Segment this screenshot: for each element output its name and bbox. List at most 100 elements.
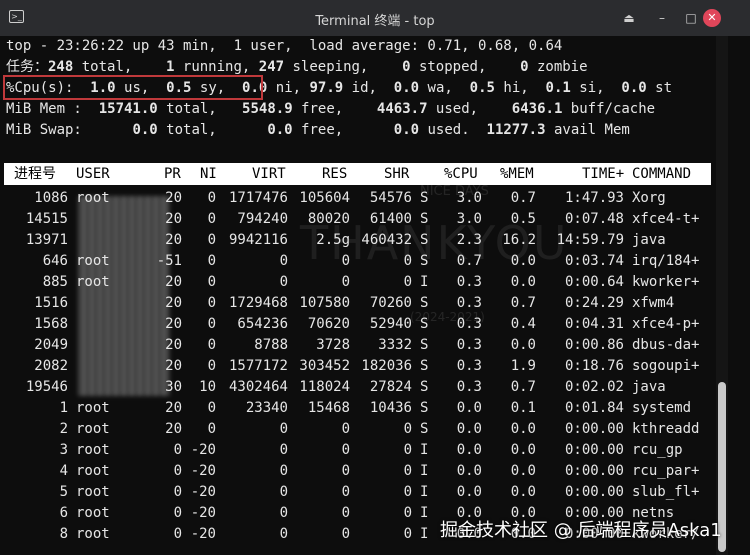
cell-virt: 0 (279, 484, 288, 500)
cell-mem: 0.0 (510, 274, 536, 290)
table-row[interactable]: 2082 20 0 1577172 303452 182036 S 0.3 1.9 0:18.76… (0, 356, 710, 377)
cell-state: S (420, 190, 429, 206)
col-s[interactable]: %CPU (444, 163, 478, 185)
cell-state: I (420, 505, 429, 521)
cell-pr: 20 (165, 358, 182, 374)
cell-ni: 10 (199, 379, 216, 395)
cell-state: S (420, 421, 429, 437)
mem-used-label: used, (427, 101, 479, 117)
cell-mem: 0.0 (510, 253, 536, 269)
scrollbar[interactable] (716, 36, 728, 555)
cell-shr: 460432 (361, 232, 412, 248)
col-time[interactable]: TIME+ (582, 163, 624, 185)
table-row[interactable]: 19546 30 10 4302464 118024 27824 S 0.3 0.7 0:02.0… (0, 377, 710, 398)
table-row[interactable]: 3 root 0 -20 0 0 0 I 0.0 0.0 0:00.00 rcu_gp (0, 440, 710, 461)
table-row[interactable]: 5 root 0 -20 0 0 0 I 0.0 0.0 0:00.00 slub_fl+ (0, 482, 710, 503)
cell-pr: 30 (165, 379, 182, 395)
cell-cpu: 0.0 (456, 463, 482, 479)
cell-cpu: 0.0 (456, 442, 482, 458)
cell-time: 0:01.84 (564, 400, 624, 416)
cell-time: 14:59.79 (556, 232, 624, 248)
table-row[interactable]: 1568 20 0 654236 70620 52940 S 0.3 0.4 0:04.31 xfc… (0, 314, 710, 335)
table-row[interactable]: 1086 root 20 0 1717476 105604 54576 S 3.0 0.7 1:47… (0, 188, 710, 209)
cell-command: xfwm4 (632, 295, 675, 311)
table-row[interactable]: 2 root 20 0 0 0 0 S 0.0 0.0 0:00.00 kthreadd (0, 419, 710, 440)
cell-command: irq/184+ (632, 253, 700, 269)
cpu-hi: 0.5 (469, 80, 495, 96)
col-mem[interactable]: %MEM (500, 163, 534, 185)
cell-time: 0:00.00 (564, 442, 624, 458)
cell-mem: 0.7 (510, 379, 536, 395)
close-icon[interactable]: ✕ (703, 9, 721, 27)
cell-time: 0:07.48 (564, 211, 624, 227)
cell-virt: 4302464 (228, 379, 288, 395)
scroll-up-icon[interactable]: ⏏ (619, 8, 639, 28)
mem-total-label: total, (157, 101, 217, 117)
cell-virt: 0 (279, 274, 288, 290)
cell-virt: 9942116 (228, 232, 288, 248)
table-row[interactable]: 885 root 20 0 0 0 0 I 0.3 0.0 0:00.64 kworker+ (0, 272, 710, 293)
terminal-area[interactable]: THANKYOU NICE DAYS (2024-2021) top - 23:… (0, 36, 750, 555)
cell-time: 0:03.74 (564, 253, 624, 269)
col-virt[interactable]: VIRT (252, 163, 286, 185)
cell-res: 0 (341, 274, 350, 290)
cell-time: 0:02.02 (564, 379, 624, 395)
table-row[interactable]: 2049 20 0 8788 3728 3332 S 0.3 0.0 0:00.86 dbus-da… (0, 335, 710, 356)
tasks-zombie: 0 (520, 59, 529, 75)
cell-command: slub_fl+ (632, 484, 700, 500)
cell-virt: 0 (279, 253, 288, 269)
col-command[interactable]: COMMAND (632, 163, 691, 185)
cell-ni: -20 (190, 463, 216, 479)
col-pid[interactable]: 进程号 (14, 163, 56, 185)
col-ni[interactable]: NI (200, 163, 217, 185)
cell-command: kworker+ (632, 274, 700, 290)
cpu-hi-label: hi, (494, 80, 529, 96)
cell-time: 0:04.31 (564, 316, 624, 332)
col-shr[interactable]: SHR (384, 163, 409, 185)
cell-cpu: 0.3 (456, 337, 482, 353)
cell-ni: 0 (207, 253, 216, 269)
cell-pid: 2082 (34, 358, 68, 374)
cell-state: I (420, 484, 429, 500)
cell-virt: 654236 (237, 316, 288, 332)
table-row[interactable]: 14515 20 0 794240 80020 61400 S 3.0 0.5 0:07.48 xf… (0, 209, 710, 230)
cell-shr: 0 (403, 421, 412, 437)
swap-total: 0.0 (132, 122, 158, 138)
cell-pr: 0 (173, 526, 182, 542)
cell-ni: -20 (190, 526, 216, 542)
table-row[interactable]: 1516 20 0 1729468 107580 70260 S 0.3 0.7 0:24.29 x… (0, 293, 710, 314)
cell-user: root (76, 400, 110, 416)
cell-time: 0:00.00 (564, 421, 624, 437)
cell-cpu: 3.0 (456, 211, 482, 227)
cell-state: I (420, 526, 429, 542)
cell-pid: 1568 (34, 316, 68, 332)
cell-mem: 0.0 (510, 442, 536, 458)
cell-ni: 0 (207, 232, 216, 248)
col-user[interactable]: USER (76, 163, 110, 185)
minimize-icon[interactable]: – (652, 8, 672, 28)
cell-virt: 0 (279, 526, 288, 542)
cell-pr: 0 (173, 484, 182, 500)
cpu-wa: 0.0 (393, 80, 420, 96)
col-res[interactable]: RES (322, 163, 347, 185)
cell-res: 2.5g (316, 232, 350, 248)
cell-virt: 1729468 (228, 295, 288, 311)
table-row[interactable]: 1 root 20 0 23340 15468 10436 S 0.0 0.1 0:01.84 sys… (0, 398, 710, 419)
tasks-stopped-label: stopped, (410, 59, 487, 75)
cell-mem: 1.9 (510, 358, 536, 374)
cell-virt: 0 (279, 442, 288, 458)
table-row[interactable]: 4 root 0 -20 0 0 0 I 0.0 0.0 0:00.00 rcu_par+ (0, 461, 710, 482)
cell-mem: 0.7 (510, 295, 536, 311)
cell-state: S (420, 295, 429, 311)
table-row[interactable]: 646 root -51 0 0 0 0 S 0.7 0.0 0:03.74 irq/184+ (0, 251, 710, 272)
cell-pid: 5 (59, 484, 68, 500)
col-pr[interactable]: PR (164, 163, 181, 185)
cell-shr: 54576 (369, 190, 412, 206)
cell-state: I (420, 463, 429, 479)
maximize-icon[interactable]: □ (681, 8, 701, 28)
swap-avail: 11277.3 (486, 122, 546, 138)
table-row[interactable]: 13971 20 0 9942116 2.5g 460432 S 2.3 16.2 14:59.7… (0, 230, 710, 251)
cell-pid: 885 (42, 274, 68, 290)
cell-time: 0:00.00 (564, 484, 624, 500)
cell-time: 0:00.00 (564, 463, 624, 479)
